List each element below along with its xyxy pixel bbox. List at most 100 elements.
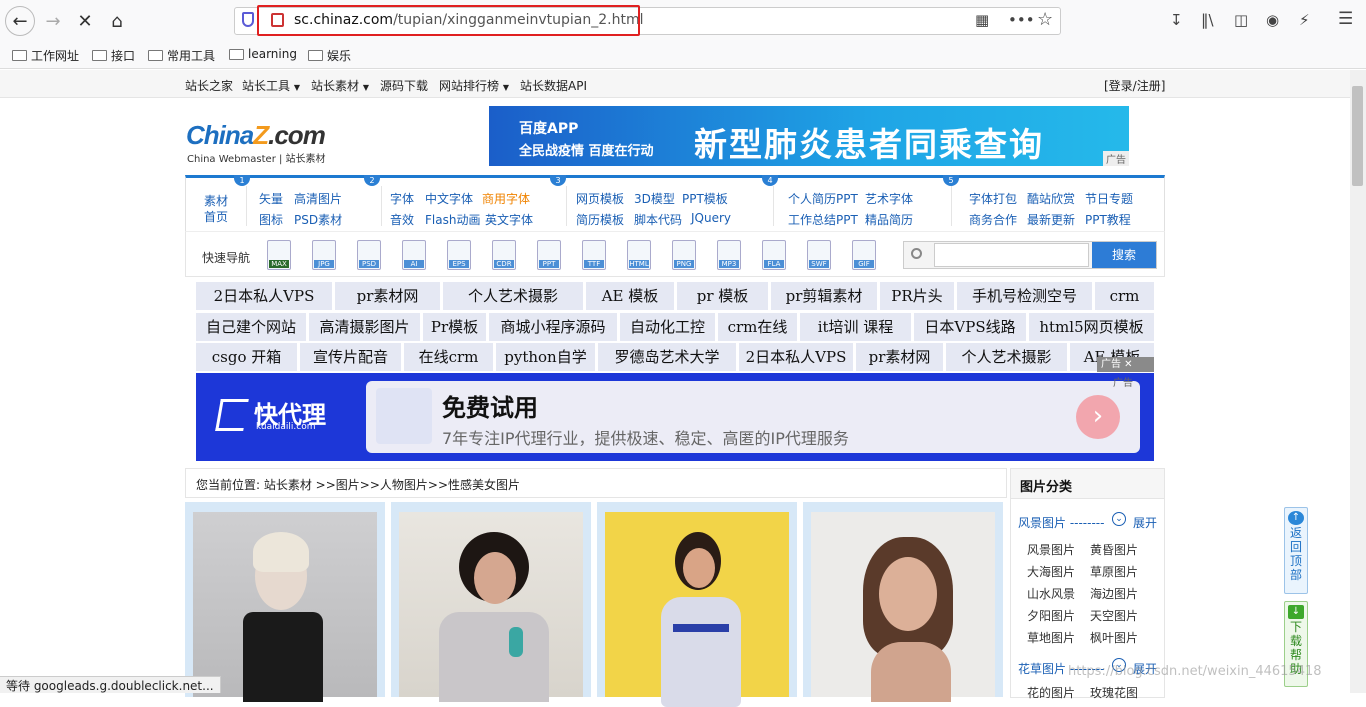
nav-item[interactable]: 站长之家: [185, 77, 233, 94]
mp3-file-icon[interactable]: MP3: [717, 240, 741, 270]
bookmark-star-icon[interactable]: ☆: [1037, 9, 1053, 30]
category-link[interactable]: 3D模型: [634, 190, 675, 207]
nav-item[interactable]: 站长数据API: [520, 77, 587, 94]
keyword-link[interactable]: 宣传片配音: [300, 343, 401, 371]
keyword-link[interactable]: pr素材网: [335, 282, 440, 310]
bookmark-folder[interactable]: 常用工具: [148, 47, 215, 64]
keyword-link[interactable]: crm: [1095, 282, 1154, 310]
keyword-link[interactable]: PR片头: [880, 282, 954, 310]
category-link[interactable]: 音效: [390, 211, 414, 228]
keyword-link[interactable]: AE 模板: [586, 282, 674, 310]
category-link[interactable]: PSD素材: [294, 211, 342, 228]
chevron-right-icon[interactable]: ›: [1076, 395, 1120, 439]
chevron-down-icon[interactable]: ⌄: [1112, 512, 1126, 526]
category-link[interactable]: 工作总结PPT: [788, 211, 858, 228]
login-link[interactable]: [登录/注册]: [1104, 77, 1165, 94]
baidu-ad-banner[interactable]: 百度APP 全民战疫情 百度在行动 新型肺炎患者同乘查询 广告: [489, 106, 1129, 166]
keyword-link[interactable]: crm在线: [718, 313, 797, 341]
sidebar-icon[interactable]: ◫: [1234, 11, 1248, 29]
category-link[interactable]: PPT教程: [1085, 211, 1131, 228]
nav-item[interactable]: 站长素材 ▼: [311, 77, 369, 94]
swf-file-icon[interactable]: SWF: [807, 240, 831, 270]
photo-thumbnail[interactable]: [193, 512, 377, 702]
eps-file-icon[interactable]: EPS: [447, 240, 471, 270]
keyword-link[interactable]: csgo 开箱: [196, 343, 297, 371]
category-link[interactable]: JQuery: [691, 211, 731, 225]
bookmark-folder[interactable]: 工作网址: [12, 47, 79, 64]
sidebar-section-title[interactable]: 风景图片 --------: [1018, 514, 1104, 531]
psd-file-icon[interactable]: PSD: [357, 240, 381, 270]
home-button[interactable]: ⌂: [102, 6, 132, 36]
sidebar-link[interactable]: 山水风景: [1027, 585, 1075, 602]
png-file-icon[interactable]: PNG: [672, 240, 696, 270]
nav-item[interactable]: 源码下载: [380, 77, 428, 94]
ad-close-button[interactable]: 广告 ✕: [1097, 357, 1154, 372]
category-link[interactable]: 商用字体: [482, 190, 530, 207]
fla-file-icon[interactable]: FLA: [762, 240, 786, 270]
category-link[interactable]: 中文字体: [425, 190, 473, 207]
photo-thumbnail[interactable]: [811, 512, 995, 702]
keyword-link[interactable]: 个人艺术摄影: [443, 282, 583, 310]
sidebar-link[interactable]: 黄昏图片: [1090, 541, 1138, 558]
qr-code-icon[interactable]: ▦: [975, 11, 989, 29]
kuaidaili-ad-banner[interactable]: 快代理 kuaidaili.com 免费试用 7年专注IP代理行业，提供极速、稳…: [196, 373, 1154, 461]
category-home-link[interactable]: 首页: [204, 208, 228, 225]
keyword-link[interactable]: 自己建个网站: [196, 313, 306, 341]
category-link[interactable]: 精品简历: [865, 211, 913, 228]
sidebar-link[interactable]: 风景图片: [1027, 541, 1075, 558]
bookmark-folder[interactable]: 接口: [92, 47, 135, 64]
max-file-icon[interactable]: MAX: [267, 240, 291, 270]
more-icon[interactable]: •••: [1008, 11, 1035, 29]
category-link[interactable]: 字体: [390, 190, 414, 207]
category-link[interactable]: 网页模板: [576, 190, 624, 207]
keyword-link[interactable]: 罗德岛艺术大学: [598, 343, 736, 371]
bookmark-folder[interactable]: 娱乐: [308, 47, 351, 64]
sidebar-link[interactable]: 夕阳图片: [1027, 607, 1075, 624]
category-link[interactable]: 节日专题: [1085, 190, 1133, 207]
category-link[interactable]: 图标: [259, 211, 283, 228]
cdr-file-icon[interactable]: CDR: [492, 240, 516, 270]
keyword-link[interactable]: 高清摄影图片: [309, 313, 420, 341]
keyword-link[interactable]: 2日本私人VPS: [739, 343, 853, 371]
keyword-link[interactable]: 自动化工控: [620, 313, 715, 341]
ttf-file-icon[interactable]: TTF: [582, 240, 606, 270]
keyword-link[interactable]: 商城小程序源码: [489, 313, 617, 341]
category-link[interactable]: Flash动画: [425, 211, 480, 228]
photo-thumbnail[interactable]: [605, 512, 789, 707]
sidebar-link[interactable]: 海边图片: [1090, 585, 1138, 602]
category-home-link[interactable]: 素材: [204, 192, 228, 209]
category-link[interactable]: 脚本代码: [634, 211, 682, 228]
sidebar-link[interactable]: 天空图片: [1090, 607, 1138, 624]
category-link[interactable]: 英文字体: [485, 211, 533, 228]
sidebar-link[interactable]: 大海图片: [1027, 563, 1075, 580]
keyword-link[interactable]: it培训 课程: [800, 313, 911, 341]
category-link[interactable]: 最新更新: [1027, 211, 1075, 228]
keyword-link[interactable]: pr 模板: [677, 282, 768, 310]
sidebar-link[interactable]: 枫叶图片: [1090, 629, 1138, 646]
keyword-link[interactable]: 日本VPS线路: [914, 313, 1026, 341]
keyword-link[interactable]: 个人艺术摄影: [946, 343, 1067, 371]
sidebar-link[interactable]: 草地图片: [1027, 629, 1075, 646]
photo-card[interactable]: [803, 502, 1003, 702]
category-link[interactable]: PPT模板: [682, 190, 728, 207]
photo-card[interactable]: [185, 502, 385, 702]
keyword-link[interactable]: html5网页模板: [1029, 313, 1154, 341]
keyword-link[interactable]: pr素材网: [856, 343, 943, 371]
back-button[interactable]: ←: [5, 6, 35, 36]
site-logo[interactable]: ChinaZ.com: [186, 120, 326, 151]
category-link[interactable]: 矢量: [259, 190, 283, 207]
jpg-file-icon[interactable]: JPG: [312, 240, 336, 270]
forward-button[interactable]: →: [38, 6, 68, 36]
sidebar-link[interactable]: 草原图片: [1090, 563, 1138, 580]
scrollbar-thumb[interactable]: [1352, 86, 1363, 186]
photo-card[interactable]: [597, 502, 797, 707]
category-link[interactable]: 商务合作: [969, 211, 1017, 228]
category-link[interactable]: 简历模板: [576, 211, 624, 228]
ppt-file-icon[interactable]: PPT: [537, 240, 561, 270]
category-link[interactable]: 字体打包: [969, 190, 1017, 207]
category-link[interactable]: 个人简历PPT: [788, 190, 858, 207]
menu-icon[interactable]: ☰: [1338, 9, 1353, 29]
ai-file-icon[interactable]: AI: [402, 240, 426, 270]
html-file-icon[interactable]: HTML: [627, 240, 651, 270]
gif-file-icon[interactable]: GIF: [852, 240, 876, 270]
